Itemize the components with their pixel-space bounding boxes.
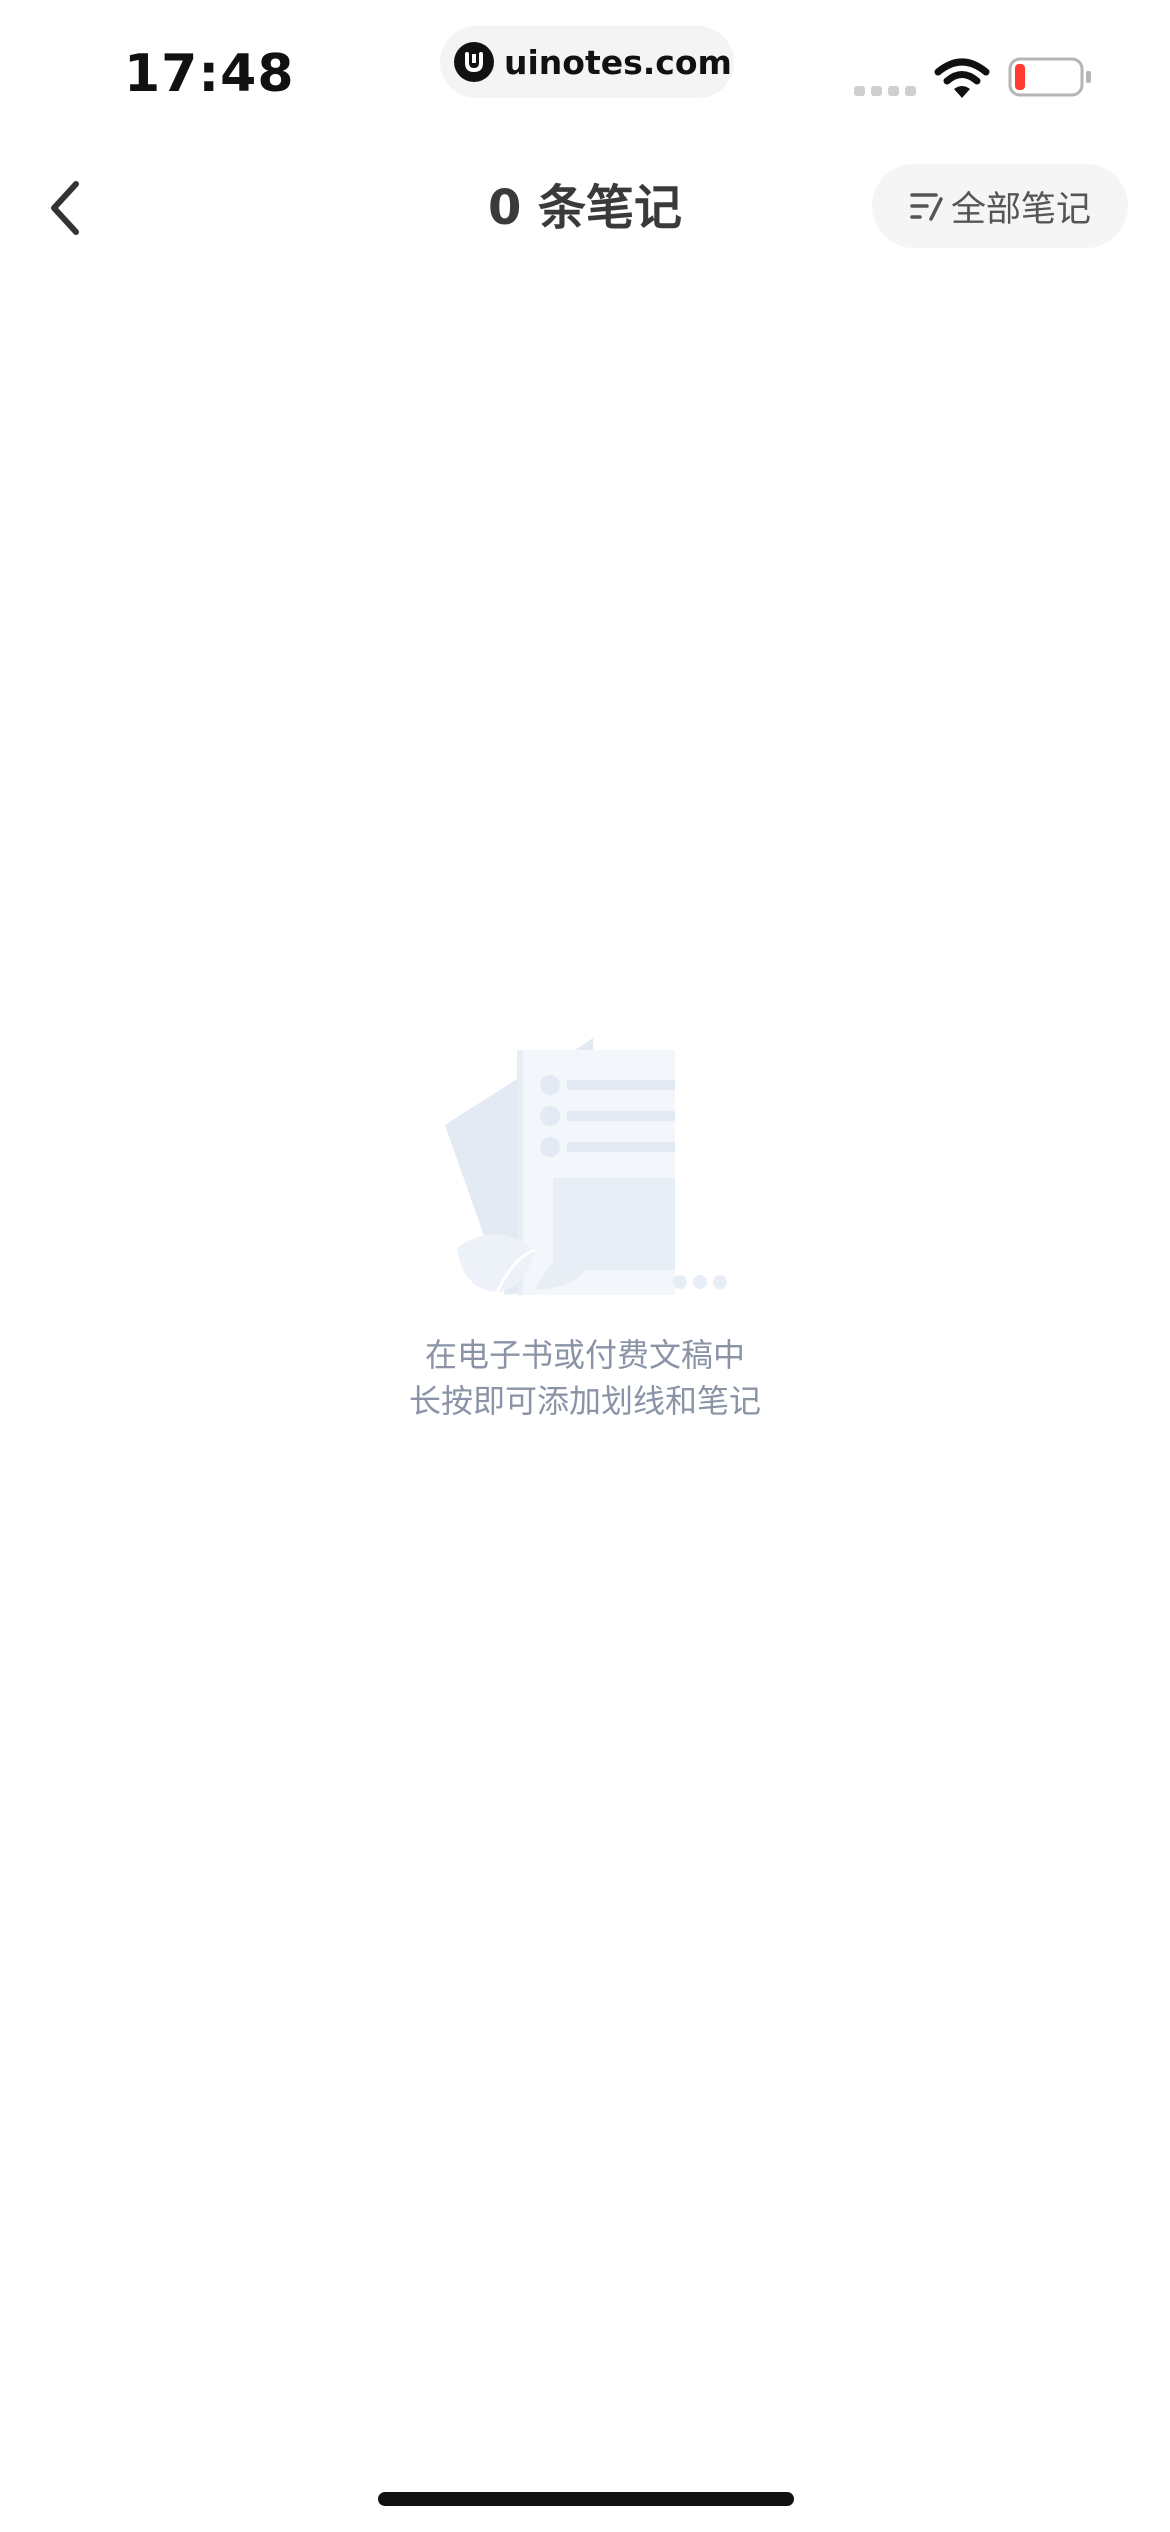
back-button[interactable] — [28, 172, 100, 244]
navigation-bar: 0 条笔记 全部笔记 — [0, 150, 1170, 266]
empty-hint-line-2: 长按即可添加划线和笔记 — [408, 1382, 761, 1420]
url-pill[interactable]: uinotes.com — [440, 26, 734, 98]
page-title: 0 条笔记 — [487, 180, 683, 236]
status-bar: 17:48 uinotes.com — [0, 0, 1170, 150]
site-logo-icon — [454, 42, 494, 82]
empty-state: 在电子书或付费文稿中 长按即可添加划线和笔记 — [0, 1010, 1170, 1430]
home-indicator[interactable] — [378, 2492, 794, 2506]
filter-list-icon — [910, 193, 943, 221]
battery-icon — [1008, 57, 1091, 97]
url-text: uinotes.com — [504, 42, 732, 82]
chevron-left-icon — [51, 181, 79, 235]
empty-hint-text: 在电子书或付费文稿中 长按即可添加划线和笔记 — [0, 1332, 1170, 1424]
status-time: 17:48 — [124, 44, 295, 104]
filter-all-notes-button[interactable]: 全部笔记 — [872, 164, 1128, 248]
filter-label: 全部笔记 — [950, 189, 1091, 230]
empty-hint-line-1: 在电子书或付费文稿中 — [424, 1336, 745, 1374]
notes-screen: 17:48 uinotes.com 0 条笔记 全部笔记 在电子书或付费文稿中 … — [0, 0, 1170, 2532]
signal-icon — [854, 86, 916, 96]
wifi-icon — [934, 58, 990, 98]
empty-notes-illustration — [445, 1038, 727, 1295]
